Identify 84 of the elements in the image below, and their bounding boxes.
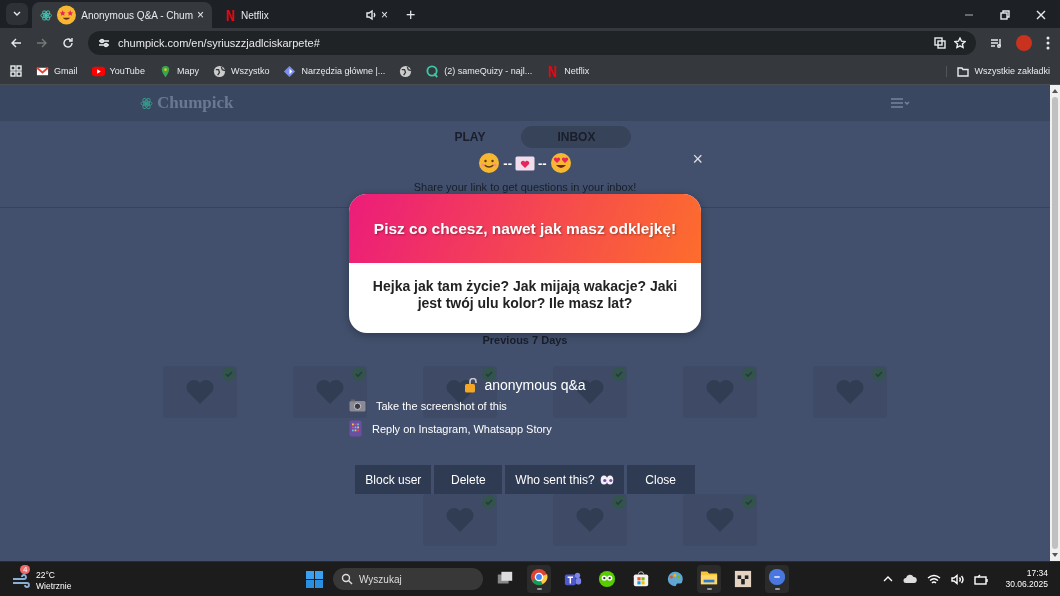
chevron-up-icon[interactable] [883,575,894,583]
restore-icon[interactable] [1000,10,1010,20]
start-icon[interactable] [306,570,323,588]
back-arrow-icon[interactable] [10,37,22,49]
people-icon [564,570,582,588]
action-button[interactable]: Who sent this? [505,465,624,494]
scroll-up-arrow-icon[interactable] [1052,88,1058,93]
search-icon[interactable] [341,573,353,585]
weather-widget[interactable]: 4 22°C Wietrznie [12,564,72,594]
reload-icon[interactable] [62,37,74,49]
tip-text: Reply on Instagram, Whatsapp Story [372,422,552,435]
notification-badge: 4 [20,564,31,574]
eyes-icon [599,474,614,485]
search-field[interactable]: Wyszukaj [333,568,483,590]
scroll-down-arrow-icon[interactable] [1052,553,1058,558]
all-bookmarks-button[interactable]: Wszystkie zakładki [946,65,1050,77]
temperature-text: 22°C [36,569,56,581]
battery-icon[interactable] [974,573,990,585]
padlock-icon [464,377,479,393]
close-button[interactable]: × [692,149,703,170]
owl-icon [598,570,616,588]
apps-grid-icon[interactable] [10,65,22,77]
brand-label: anonymous q&a [484,377,586,393]
pixel-face-icon [734,570,752,588]
shopping-bag-icon [632,570,650,588]
action-button[interactable]: Delete [434,465,503,494]
taskbar-app[interactable] [527,565,551,593]
camera-icon [349,399,366,412]
star-struck-face-icon [56,4,78,26]
address-bar[interactable]: chumpick.com/en/syriuszzjadlciskarpete# [88,31,976,55]
cloud-icon[interactable] [903,574,918,584]
scrollbar[interactable] [1050,85,1060,561]
translate-icon[interactable] [934,37,946,49]
diamond-icon [283,64,297,78]
palette-icon [666,570,684,588]
wifi-icon[interactable] [927,573,942,585]
share-hint: Share your link to get questions in your inbox! [413,181,637,193]
bookmark[interactable]: Gmail [36,64,78,78]
n-letter-icon [224,8,237,22]
smiling-face-icon [478,152,501,174]
bookmark[interactable]: Narzędzia główne |... [283,64,386,78]
question-card-title: Pisz co chcesz, nawet jak masz odklejkę! [373,219,677,238]
bookmark[interactable]: Netflix [546,64,590,78]
chevron-down-icon[interactable] [12,10,22,18]
bookmark[interactable]: YouTube [91,64,145,78]
question-text: Hejka jak tam życie? Jak mijają wakacje? Jaki jest twój ulu kolor? Ile masz lat? [371,277,679,313]
taskbar-app[interactable] [697,565,721,593]
close-icon[interactable] [1036,10,1046,20]
play-icon [91,64,105,78]
globe-icon [212,64,226,78]
atom-icon [40,8,53,22]
bookmark[interactable]: Mapy [158,64,199,78]
close-tab-icon[interactable]: × [381,8,388,22]
browser-tab[interactable]: Anonymous Q&A - Chum × [32,2,212,28]
wind-icon [12,573,30,588]
more-menu-icon[interactable] [1046,36,1050,50]
dash-separator: -- [538,155,547,171]
clock[interactable]: 17:34 30.06.2025 [1005,568,1048,590]
q-letter-icon [426,64,440,78]
chrome-icon [530,568,548,586]
speaker-icon[interactable] [365,9,377,21]
new-tab-button[interactable]: + [406,6,416,24]
weather-text: Wietrznie [36,580,72,592]
star-icon[interactable] [954,37,966,49]
tip-text: Take the screenshot of this [376,399,507,412]
globe-icon [399,64,413,78]
forward-arrow-icon[interactable] [36,37,48,49]
heart-eyes-face-icon [549,152,572,174]
action-button[interactable]: Block user [355,465,432,494]
mail-icon [36,64,49,78]
bookmark[interactable]: Wszystko [212,64,270,78]
browser-tab[interactable]: Netflix × [216,2,396,28]
close-tab-icon[interactable]: × [197,8,204,22]
section-heading: Previous 7 Days [482,334,568,346]
action-button[interactable]: Close [626,465,695,494]
volume-icon[interactable] [951,573,965,585]
site-settings-icon[interactable] [98,37,110,49]
bookmark[interactable]: (2) sameQuizy - najl... [426,64,533,78]
tab-list-button[interactable] [6,3,28,25]
phone-icon [349,420,362,437]
media-icon[interactable] [990,37,1002,49]
folder-icon[interactable] [957,65,970,77]
atom-icon [140,96,153,110]
dash-separator: -- [503,155,512,171]
